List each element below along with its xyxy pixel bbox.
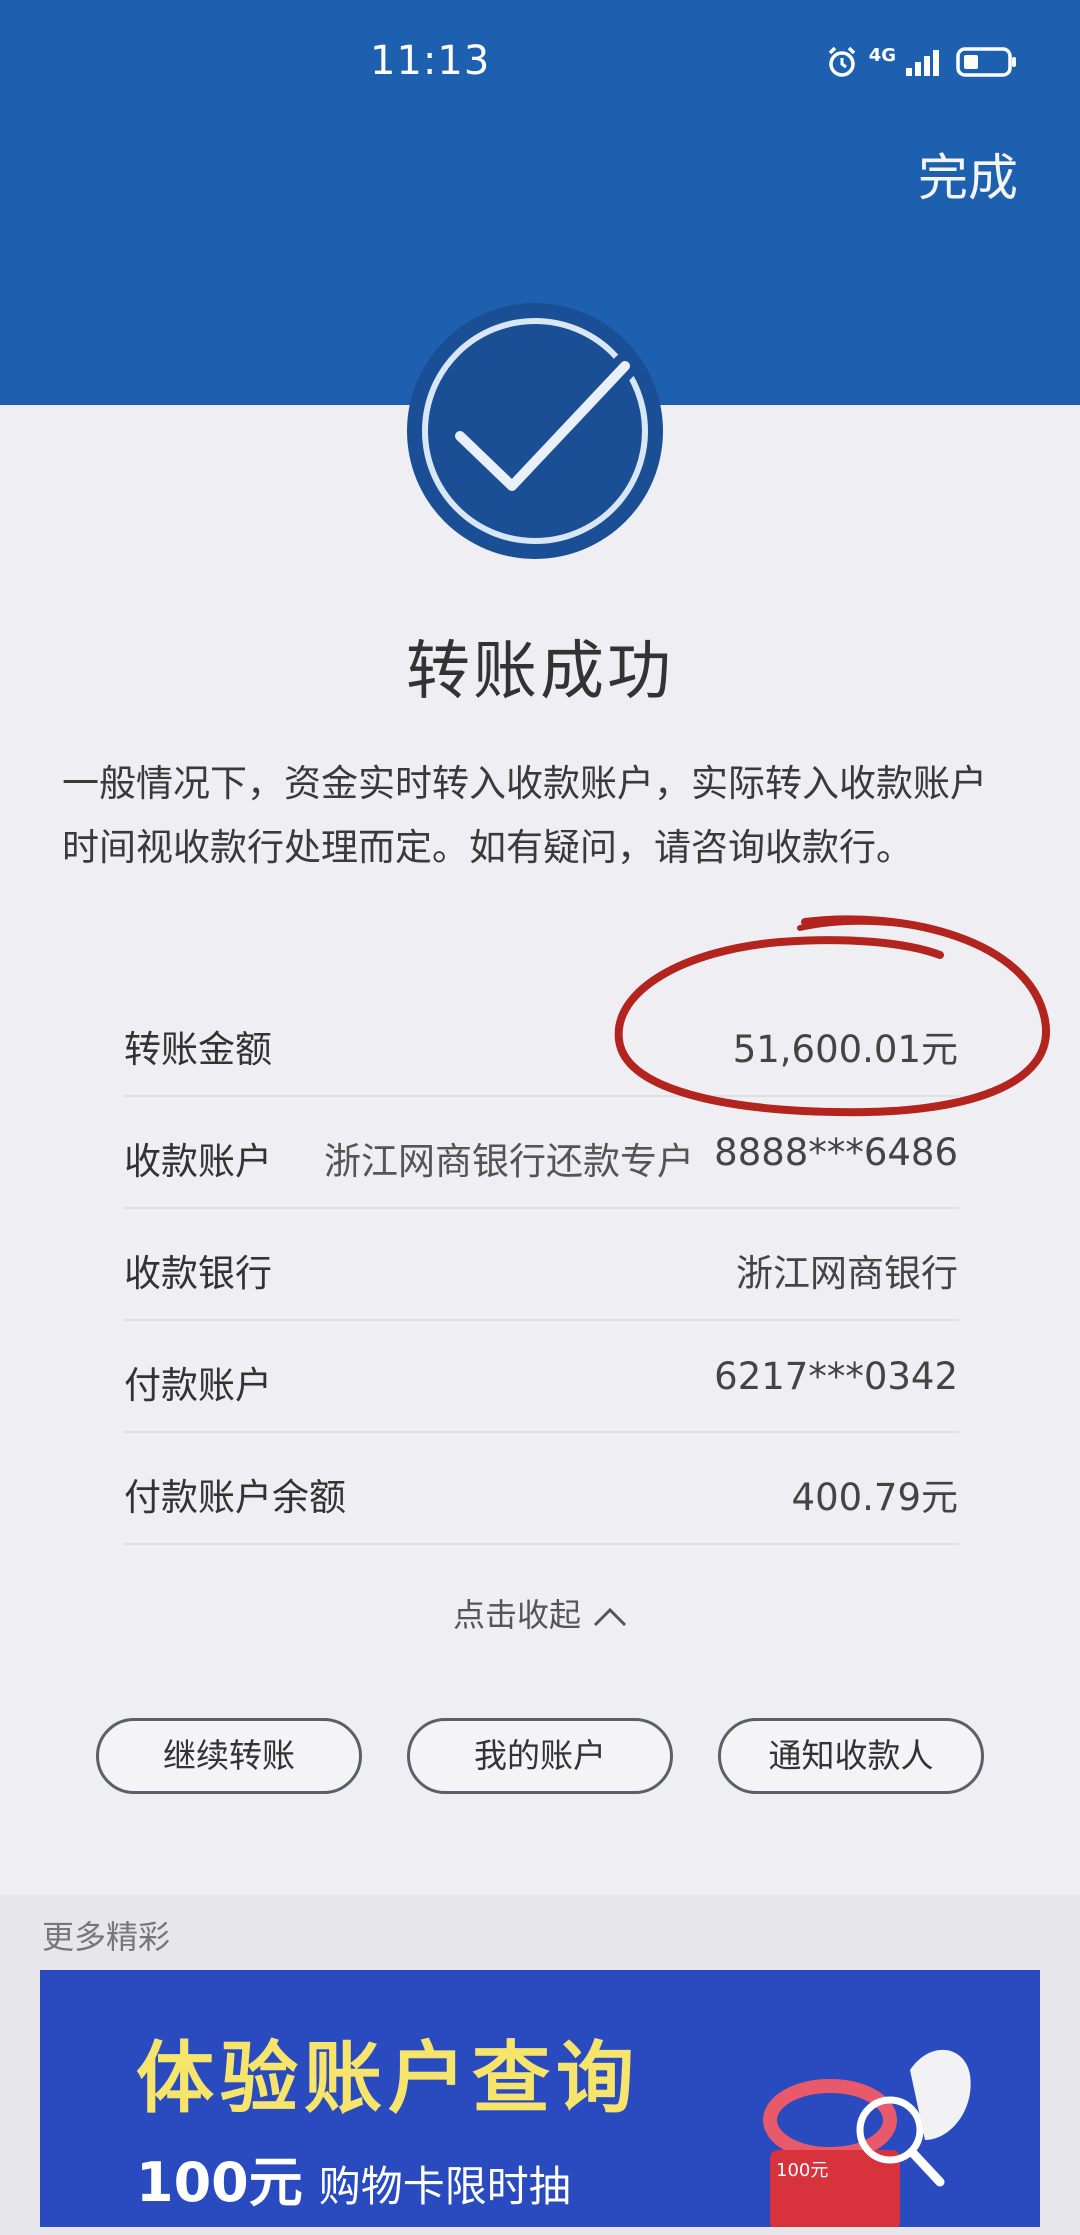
alarm-icon <box>828 46 855 77</box>
detail-value: 6217***0342 <box>714 1355 958 1398</box>
detail-value: 浙江网商银行 <box>736 1252 958 1295</box>
detail-label: 转账金额 <box>124 1028 272 1071</box>
detail-value: 400.79元 <box>791 1476 958 1519</box>
done-button[interactable]: 完成 <box>918 138 1018 210</box>
more-section-label: 更多精彩 <box>42 1918 171 1956</box>
continue-transfer-button[interactable]: 继续转账 <box>96 1718 362 1794</box>
shopping-card-illustration <box>763 2049 971 2227</box>
detail-value: 51,600.01元 <box>732 1028 958 1071</box>
status-bar: 11:13 4G <box>0 0 1080 130</box>
promo-banner[interactable]: 体验账户查询 100元 购物卡限时抽 100元 <box>40 1970 1040 2227</box>
detail-label: 付款账户余额 <box>124 1476 346 1519</box>
detail-row-payer-account: 付款账户 6217***0342 <box>124 1321 958 1433</box>
banner-subtext: 购物卡限时抽 <box>318 2162 571 2211</box>
detail-row-payee-account: 收款账户 浙江网商银行还款专户 8888***6486 <box>124 1097 958 1209</box>
notify-payee-button[interactable]: 通知收款人 <box>718 1718 984 1794</box>
success-check-icon <box>407 303 663 559</box>
banner-amount: 100元 <box>136 2151 303 2214</box>
transfer-details: 转账金额 51,600.01元 收款账户 浙江网商银行还款专户 8888***6… <box>124 985 958 1545</box>
detail-row-amount: 转账金额 51,600.01元 <box>124 985 958 1097</box>
detail-row-payee-bank: 收款银行 浙江网商银行 <box>124 1209 958 1321</box>
detail-value: 8888***6486 <box>714 1131 958 1174</box>
chevron-up-icon <box>593 1607 627 1627</box>
status-icons: 4G <box>825 42 1018 82</box>
result-notice: 一般情况下，资金实时转入收款账户，实际转入收款账户时间视收款行处理而定。如有疑问… <box>62 762 987 869</box>
detail-row-payer-balance: 付款账户余额 400.79元 <box>124 1433 958 1545</box>
detail-label: 收款账户 <box>124 1140 272 1183</box>
banner-title: 体验账户查询 <box>136 2034 641 2124</box>
status-time: 11:13 <box>370 38 491 84</box>
collapse-label: 点击收起 <box>452 1596 581 1634</box>
signal-icon <box>906 50 939 76</box>
collapse-toggle[interactable]: 点击收起 <box>0 1590 1080 1636</box>
detail-label: 付款账户 <box>124 1364 272 1407</box>
battery-icon <box>956 47 1016 77</box>
network-type: 4G <box>868 44 896 66</box>
my-account-button[interactable]: 我的账户 <box>407 1718 673 1794</box>
banner-subtitle: 100元 购物卡限时抽 <box>136 2138 571 2217</box>
detail-payee-name: 浙江网商银行还款专户 <box>324 1140 694 1183</box>
banner-badge: 100元 <box>776 2160 829 2181</box>
result-title: 转账成功 <box>406 635 674 709</box>
detail-label: 收款银行 <box>124 1252 272 1295</box>
